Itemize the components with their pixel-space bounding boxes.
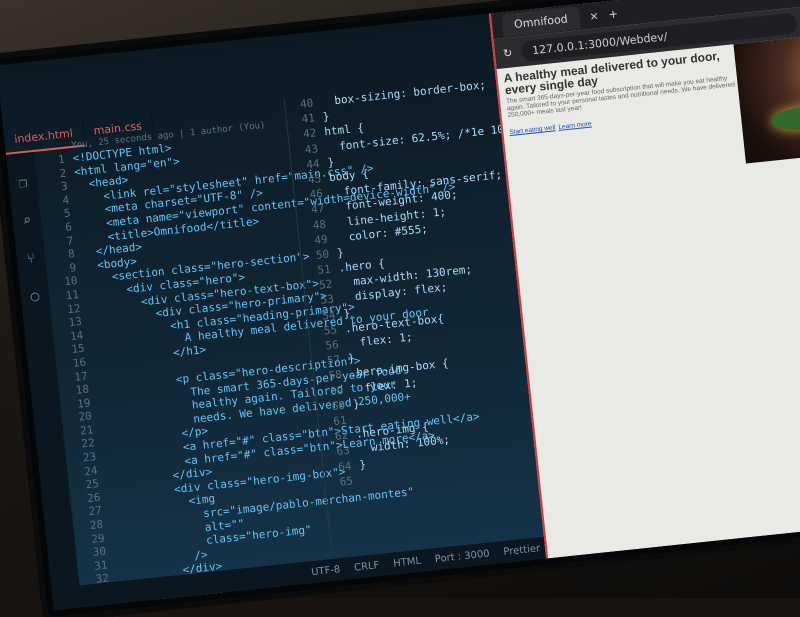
food-plate (770, 104, 800, 133)
line-number: 51 (316, 262, 332, 277)
status-eol[interactable]: CRLF (354, 560, 380, 574)
line-number: 64 (337, 458, 353, 474)
line-number: 41 (300, 111, 316, 126)
search-icon[interactable]: ⌕ (12, 212, 42, 231)
line-number: 57 (326, 353, 341, 368)
status-encoding[interactable]: UTF-8 (311, 564, 341, 578)
status-language[interactable]: HTML (393, 555, 422, 569)
html-code-lines: 1 <!DOCTYPE html> 2 <html lang="en"> 3 <head… (36, 130, 481, 611)
line-number: 48 (312, 217, 327, 232)
line-number: 55 (323, 323, 338, 338)
line-number: 40 (299, 96, 314, 111)
code-text: } (326, 155, 335, 169)
line-number: 52 (318, 277, 333, 293)
line-number: 61 (332, 413, 348, 428)
learn-more-link[interactable]: Learn more (558, 120, 592, 130)
line-number: 56 (324, 338, 340, 353)
reload-icon[interactable]: ↻ (502, 46, 513, 60)
start-eating-link[interactable]: Start eating well (509, 124, 556, 136)
line-number: 46 (308, 187, 324, 202)
hero-image (733, 27, 800, 164)
line-number: 43 (304, 141, 319, 157)
line-number: 50 (315, 247, 330, 262)
line-number: 49 (313, 232, 329, 247)
line-number: 53 (320, 292, 335, 308)
line-number: 42 (302, 126, 318, 142)
line-number: 60 (331, 398, 346, 413)
html-editor[interactable]: You, 25 seconds ago | 1 author (You) 1 <!… (36, 121, 481, 611)
line-number: 45 (307, 172, 322, 187)
code-text: } (352, 397, 361, 411)
explorer-icon[interactable]: ❐ (8, 174, 38, 193)
code-text: } (322, 110, 331, 124)
git-icon[interactable]: ⑂ (16, 249, 46, 268)
line-number: 44 (305, 156, 321, 172)
new-tab-icon[interactable]: + (608, 7, 619, 21)
line-number: 58 (327, 368, 343, 383)
line-number: 54 (321, 307, 337, 323)
line-number: 59 (329, 383, 345, 398)
account-icon[interactable]: ◯ (20, 287, 50, 306)
code-text: } (358, 457, 367, 472)
code-text: } (336, 245, 345, 260)
line-number: 47 (310, 202, 326, 217)
status-prettier[interactable]: Prettier (503, 543, 541, 558)
close-tab-icon[interactable]: × (589, 9, 600, 23)
line-number: 65 (339, 474, 354, 489)
code-text: } (347, 351, 356, 366)
line-number: 63 (335, 443, 351, 459)
css-code-lines: 40 box-sizing: border-box; 41} 42 html {43 … (285, 77, 538, 492)
monitor: index.html main.css ❐ ⌕ ⑂ ◯ You, 25 seco… (0, 0, 800, 617)
vscode-window: index.html main.css ❐ ⌕ ⑂ ◯ You, 25 seco… (0, 13, 547, 611)
line-number: 62 (334, 428, 349, 444)
code-text: } (342, 306, 351, 321)
status-port[interactable]: Port : 3000 (434, 548, 490, 565)
screen: index.html main.css ❐ ⌕ ⑂ ◯ You, 25 seco… (0, 0, 800, 611)
